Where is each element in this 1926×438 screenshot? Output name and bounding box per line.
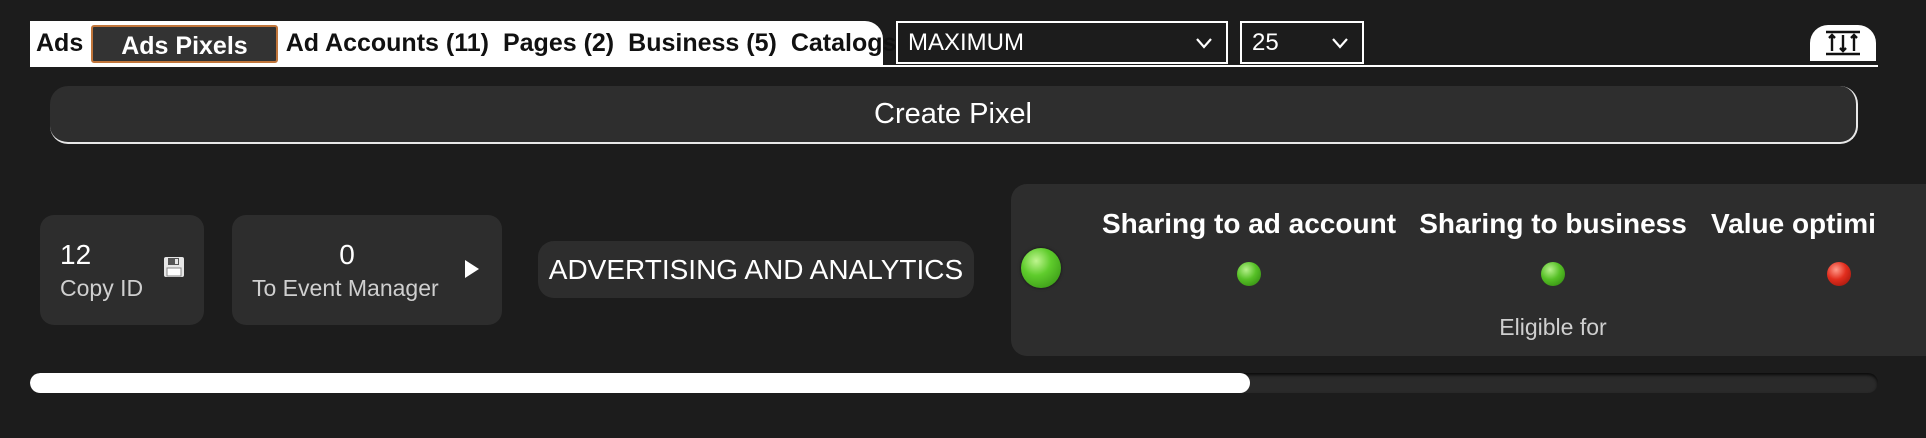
event-count-value: 0 [339, 239, 355, 270]
create-pixel-button[interactable]: Create Pixel [50, 86, 1858, 144]
tab-business[interactable]: Business (5) [628, 21, 777, 66]
sort-arrows-icon [1826, 30, 1860, 56]
value-optimization-label: Value optimi [1711, 208, 1876, 239]
eligible-for-label: Eligible for [1499, 314, 1607, 340]
progress-bar[interactable] [30, 373, 1878, 393]
play-triangle-icon [465, 260, 479, 278]
copy-id-button[interactable]: 12 Copy ID [40, 215, 204, 325]
pixel-status-panel: Sharing to ad account Sharing to busines… [1011, 184, 1926, 356]
value-optimization-status-indicator [1827, 262, 1851, 286]
tab-bar-divider [30, 65, 1878, 67]
sharing-ad-account-label: Sharing to ad account [1101, 208, 1397, 239]
pixel-id-value: 12 [60, 239, 92, 270]
tab-pages[interactable]: Pages (2) [503, 21, 614, 66]
sharing-business-column: Sharing to business [1417, 208, 1689, 286]
toggle-layout-button[interactable] [1810, 25, 1876, 61]
progress-bar-fill [30, 373, 1250, 393]
tab-ads-pixels[interactable]: Ads Pixels [91, 24, 278, 63]
floppy-disk-icon [164, 257, 184, 277]
page-size-value: 25 [1252, 28, 1279, 56]
sharing-ad-account-status-indicator [1237, 262, 1261, 286]
sharing-business-label: Sharing to business [1419, 208, 1687, 239]
limit-mode-select[interactable]: MAXIMUM [896, 21, 1228, 64]
event-manager-button[interactable]: 0 To Event Manager [232, 215, 502, 325]
overall-status-indicator [1021, 248, 1061, 288]
tab-ad-accounts[interactable]: Ad Accounts (11) [286, 21, 489, 66]
sharing-business-status-indicator [1541, 262, 1565, 286]
sharing-ad-account-column: Sharing to ad account [1101, 208, 1397, 286]
chevron-down-icon [1196, 38, 1212, 49]
chevron-down-icon [1332, 38, 1348, 49]
copy-id-label: Copy ID [60, 275, 144, 301]
limit-mode-value: MAXIMUM [908, 28, 1024, 56]
tab-catalogs[interactable]: Catalogs [791, 21, 897, 66]
value-optimization-column: Value optimi [1711, 208, 1926, 286]
pixel-category-badge: ADVERTISING AND ANALYTICS [538, 241, 974, 298]
tab-bar: Ads Ads Pixels Ad Accounts (11) Pages (2… [30, 21, 896, 66]
page-size-select[interactable]: 25 [1240, 21, 1364, 64]
tab-ads[interactable]: Ads [30, 21, 83, 66]
event-manager-label: To Event Manager [252, 275, 439, 301]
